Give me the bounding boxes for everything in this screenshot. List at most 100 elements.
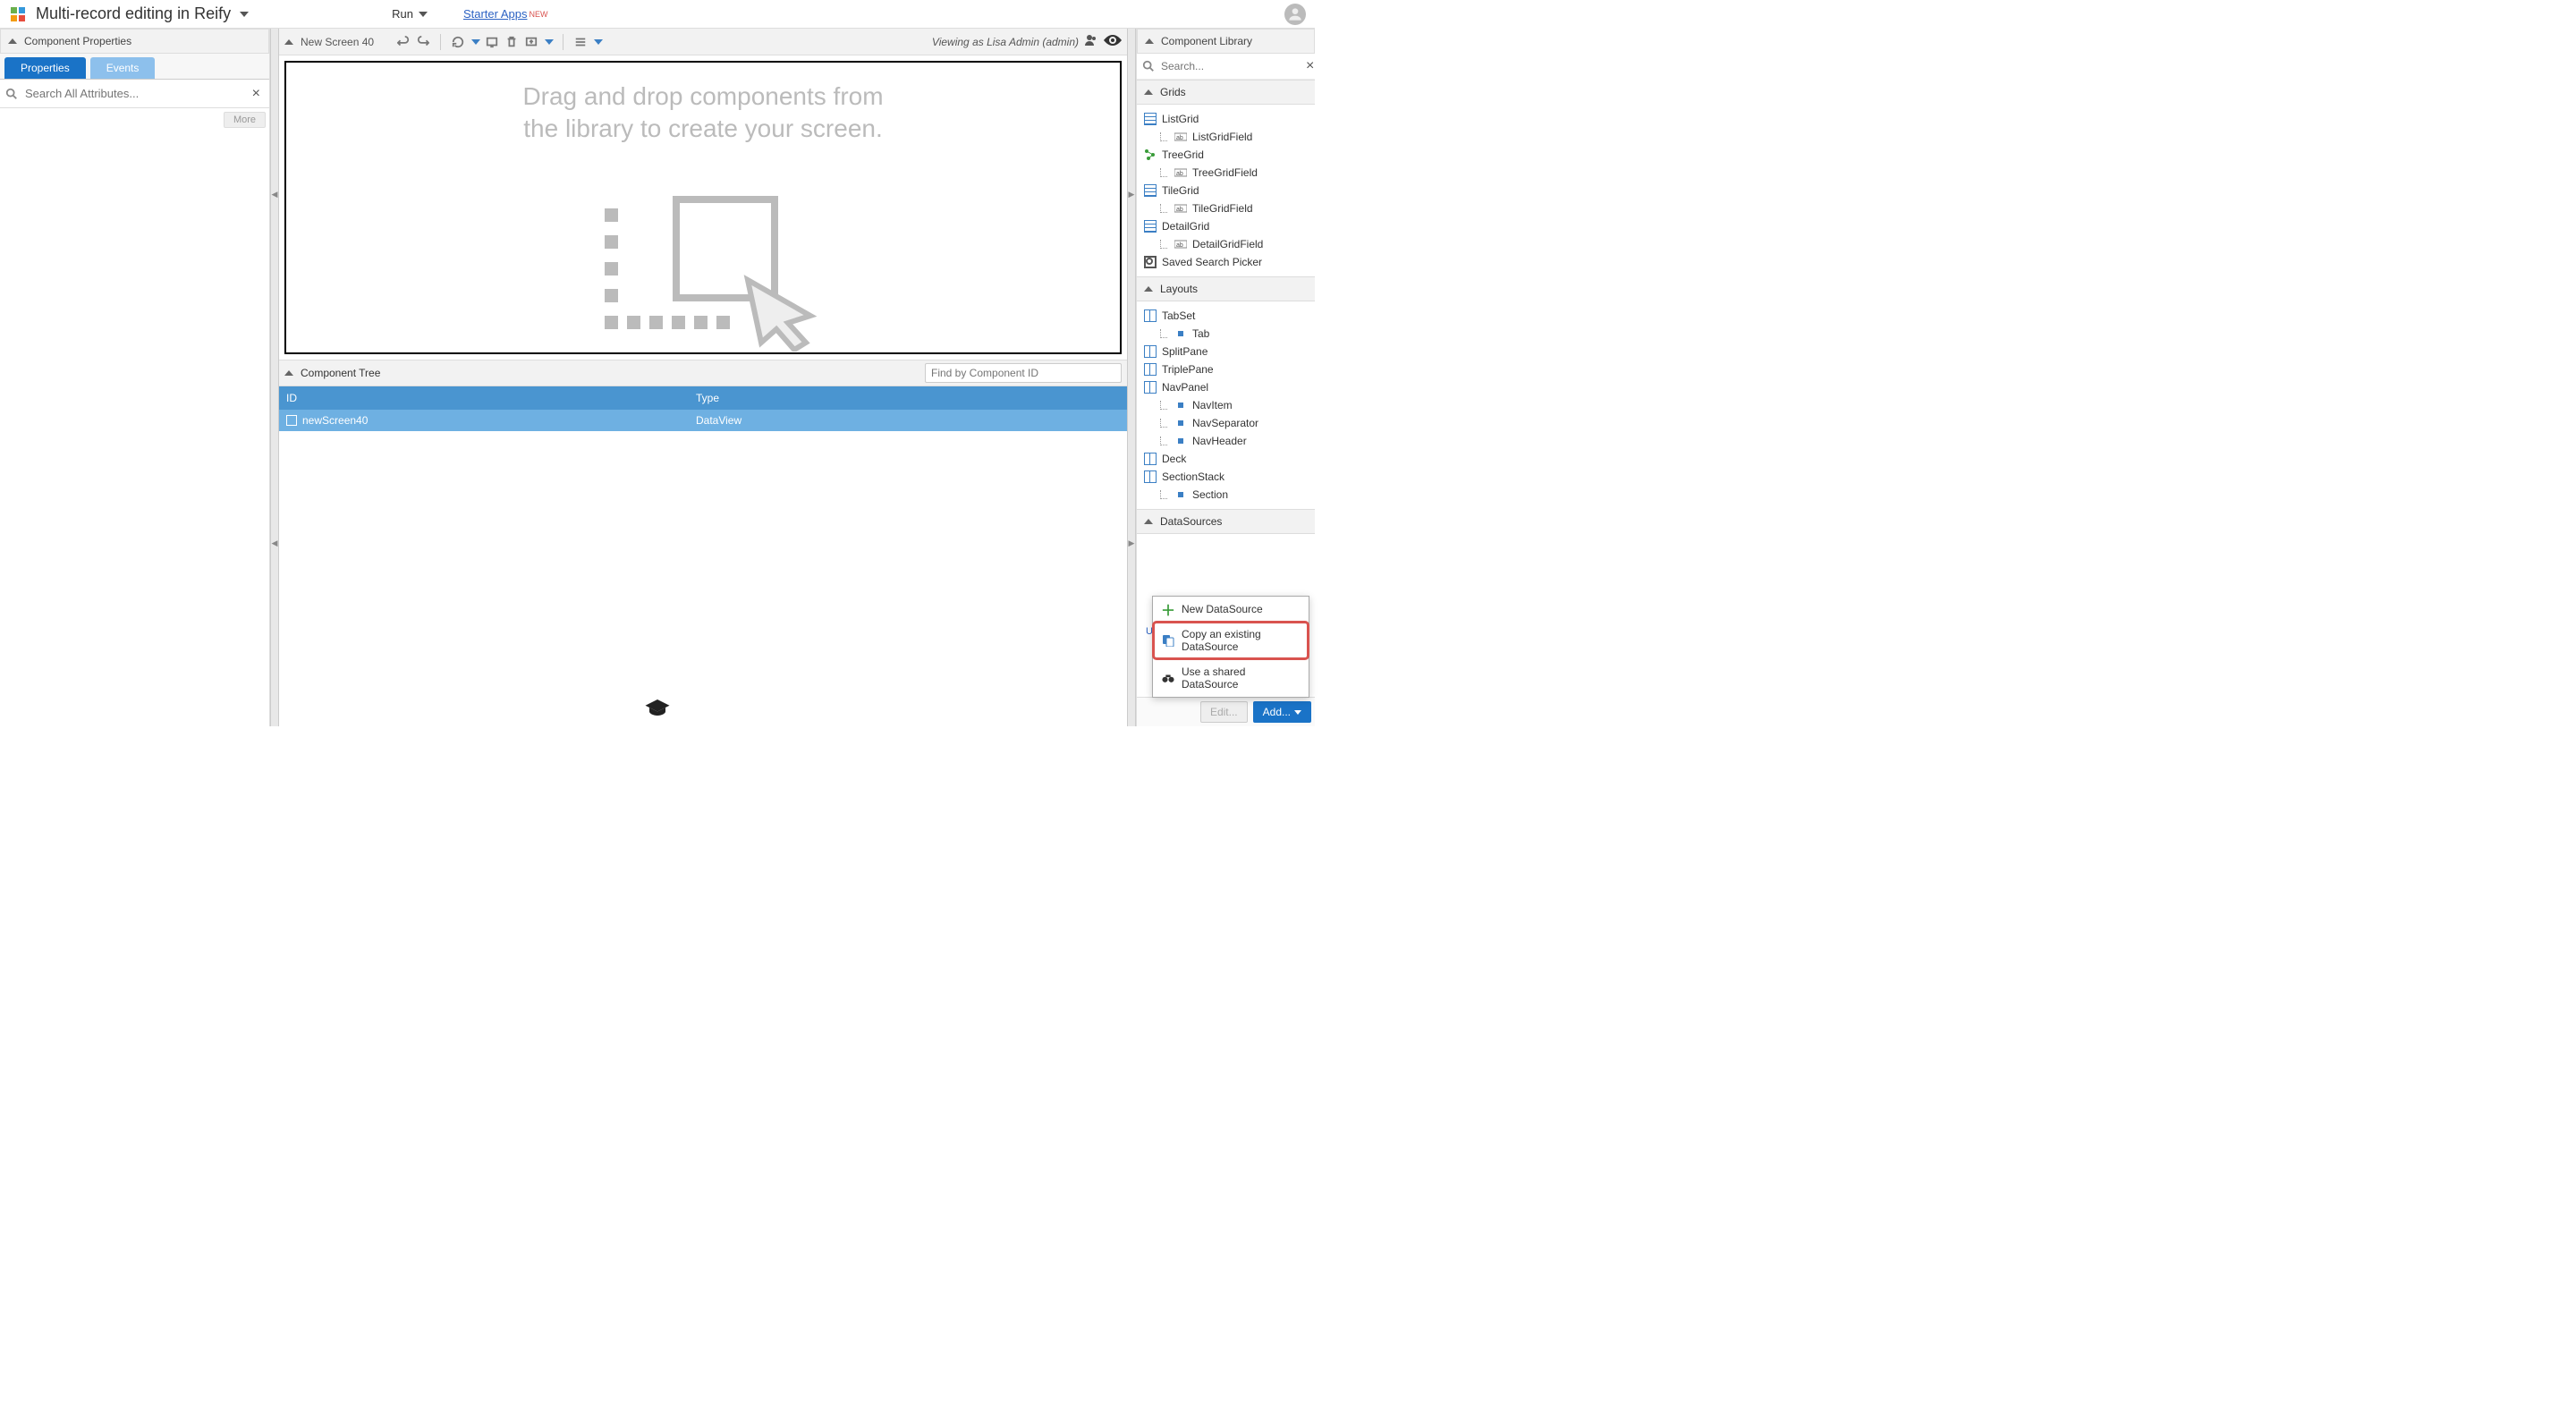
copy-icon <box>1162 634 1174 647</box>
expand-handle-right[interactable]: ▶ <box>1127 29 1136 360</box>
library-item-detailgrid[interactable]: DetailGrid <box>1137 217 1315 235</box>
library-item-section[interactable]: Section <box>1137 486 1315 504</box>
export-icon[interactable] <box>523 34 539 50</box>
menu-item-new-datasource[interactable]: ＋ New DataSource <box>1153 597 1309 622</box>
tree-row[interactable]: newScreen40 DataView <box>279 410 1127 431</box>
expand-handle-left[interactable]: ◀ <box>270 29 279 360</box>
app-title-dropdown-icon[interactable] <box>240 12 249 17</box>
refresh-icon[interactable] <box>450 34 466 50</box>
more-button[interactable]: More <box>224 112 266 128</box>
refresh-dropdown-icon[interactable] <box>471 39 480 45</box>
column-header-id[interactable]: ID <box>279 386 689 410</box>
svg-text:ab: ab <box>1176 171 1183 177</box>
component-type-icon <box>1144 381 1157 394</box>
section-datasources[interactable]: DataSources <box>1137 509 1315 534</box>
library-item-tab[interactable]: Tab <box>1137 325 1315 343</box>
top-header: Multi-record editing in Reify Run Starte… <box>0 0 1315 29</box>
section-grids[interactable]: Grids <box>1137 80 1315 105</box>
library-item-detailgridfield[interactable]: abDetailGridField <box>1137 235 1315 253</box>
tree-expand-handle-right[interactable]: ▶ <box>1127 360 1136 726</box>
tree-header-row: ID Type <box>279 386 1127 410</box>
library-item-sectionstack[interactable]: SectionStack <box>1137 468 1315 486</box>
collapse-icon <box>1144 286 1153 292</box>
left-panel: Component Properties Properties Events ×… <box>0 29 270 726</box>
component-type-icon <box>1144 309 1157 322</box>
tab-properties[interactable]: Properties <box>4 57 86 79</box>
library-search-input[interactable] <box>1158 57 1302 75</box>
right-panel: Component Library × Grids ListGridabList… <box>1136 29 1315 726</box>
viewing-as-label: Viewing as Lisa Admin (admin) <box>932 33 1122 50</box>
library-item-triplepane[interactable]: TriplePane <box>1137 360 1315 378</box>
menu-item-shared-datasource[interactable]: Use a shared DataSource <box>1153 659 1309 697</box>
svg-text:ab: ab <box>1176 135 1183 141</box>
library-item-navseparator[interactable]: NavSeparator <box>1137 414 1315 432</box>
list-icon[interactable] <box>572 34 589 50</box>
export-dropdown-icon[interactable] <box>545 39 554 45</box>
clear-search-icon[interactable]: × <box>1302 58 1318 74</box>
undo-icon[interactable] <box>395 34 411 50</box>
list-dropdown-icon[interactable] <box>594 39 603 45</box>
component-type-icon: ab <box>1174 238 1187 250</box>
column-header-type[interactable]: Type <box>689 386 1127 410</box>
canvas-frame: Drag and drop components from the librar… <box>284 61 1122 354</box>
trash-icon[interactable] <box>504 34 520 50</box>
canvas-hint: Drag and drop components from the librar… <box>522 81 883 146</box>
add-button[interactable]: Add... <box>1253 701 1311 723</box>
component-library-header[interactable]: Component Library <box>1137 29 1315 54</box>
library-item-listgridfield[interactable]: abListGridField <box>1137 128 1315 146</box>
component-properties-header[interactable]: Component Properties <box>0 29 269 54</box>
edit-button: Edit... <box>1200 701 1248 723</box>
screen-icon[interactable] <box>484 34 500 50</box>
user-role-icon[interactable] <box>1084 33 1098 50</box>
clear-search-icon[interactable]: × <box>249 86 264 102</box>
tree-search-input[interactable] <box>925 363 1122 383</box>
library-item-navitem[interactable]: NavItem <box>1137 396 1315 414</box>
section-layouts[interactable]: Layouts <box>1137 276 1315 301</box>
library-item-treegrid[interactable]: TreeGrid <box>1137 146 1315 164</box>
menu-item-copy-datasource[interactable]: Copy an existing DataSource <box>1153 622 1309 659</box>
component-tree-header: Component Tree <box>279 360 1127 386</box>
binoculars-icon <box>1162 672 1174 684</box>
attribute-search-input[interactable] <box>21 83 249 104</box>
component-type-icon <box>1174 327 1187 340</box>
app-title[interactable]: Multi-record editing in Reify <box>36 4 231 23</box>
eye-icon[interactable] <box>1104 35 1122 48</box>
tab-events[interactable]: Events <box>90 57 156 79</box>
library-item-tilegrid[interactable]: TileGrid <box>1137 182 1315 199</box>
tree-expand-handle-left[interactable]: ◀ <box>270 360 279 726</box>
starter-apps-link[interactable]: Starter Apps <box>463 7 528 21</box>
component-type-icon <box>1144 453 1157 465</box>
library-search-row: × <box>1137 54 1315 80</box>
collapse-icon <box>284 39 293 45</box>
run-button[interactable]: Run <box>392 7 428 21</box>
grids-list: ListGridabListGridFieldTreeGridabTreeGri… <box>1137 105 1315 276</box>
collapse-icon <box>8 38 17 44</box>
redo-icon[interactable] <box>415 34 431 50</box>
canvas-toolbar: New Screen 40 <box>279 29 1127 55</box>
component-type-icon: ab <box>1174 131 1187 143</box>
drag-drop-graphic-icon <box>587 182 819 352</box>
library-item-treegridfield[interactable]: abTreeGridField <box>1137 164 1315 182</box>
library-item-deck[interactable]: Deck <box>1137 450 1315 468</box>
library-item-tabset[interactable]: TabSet <box>1137 307 1315 325</box>
library-item-splitpane[interactable]: SplitPane <box>1137 343 1315 360</box>
component-type-icon <box>1174 399 1187 411</box>
canvas-area[interactable]: Drag and drop components from the librar… <box>279 55 1127 360</box>
component-type-icon <box>1144 363 1157 376</box>
component-type-icon <box>1144 220 1157 233</box>
collapse-icon <box>1144 519 1153 524</box>
library-item-navheader[interactable]: NavHeader <box>1137 432 1315 450</box>
collapse-icon <box>1144 89 1153 95</box>
component-tree-table: ID Type newScreen40 DataView <box>279 386 1127 726</box>
component-type-icon <box>1174 417 1187 429</box>
graduation-cap-icon[interactable] <box>645 698 670 721</box>
library-item-listgrid[interactable]: ListGrid <box>1137 110 1315 128</box>
screen-title[interactable]: New Screen 40 <box>284 36 374 48</box>
user-avatar-icon[interactable] <box>1284 4 1306 25</box>
component-type-icon <box>1144 345 1157 358</box>
library-item-navpanel[interactable]: NavPanel <box>1137 378 1315 396</box>
chevron-down-icon <box>1294 710 1301 715</box>
add-datasource-menu: ＋ New DataSource Copy an existing DataSo… <box>1152 596 1309 698</box>
library-item-tilegridfield[interactable]: abTileGridField <box>1137 199 1315 217</box>
library-item-saved-search-picker[interactable]: Saved Search Picker <box>1137 253 1315 271</box>
